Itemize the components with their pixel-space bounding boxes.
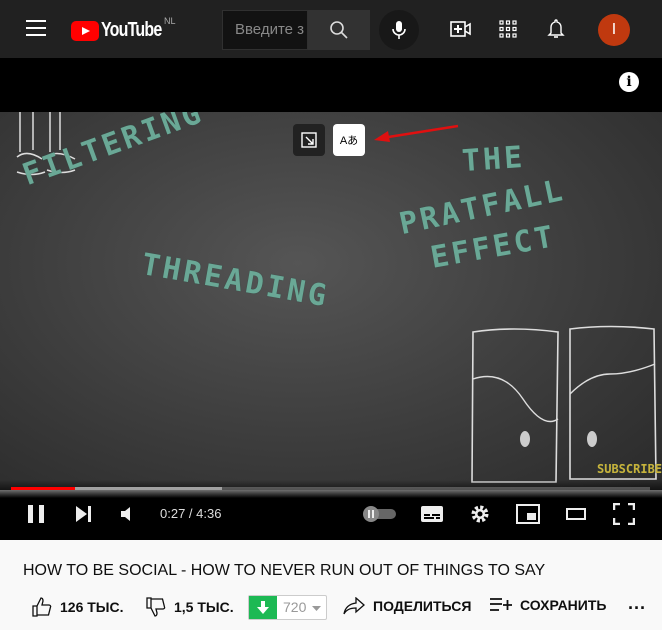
fullscreen-icon — [613, 503, 635, 525]
miniplayer-button[interactable] — [516, 502, 540, 526]
next-button[interactable] — [72, 502, 96, 526]
search-input[interactable]: Введите з — [222, 10, 308, 50]
search-button[interactable] — [308, 10, 370, 50]
miniplayer-icon — [516, 504, 540, 524]
youtube-logo[interactable]: YouTube — [71, 19, 177, 42]
theater-mode-button[interactable] — [564, 502, 588, 526]
create-video-button[interactable] — [449, 17, 473, 41]
pause-icon — [28, 505, 44, 523]
play-logo-icon — [71, 20, 99, 41]
chevron-down-icon — [312, 606, 322, 611]
download-widget[interactable]: 720 — [248, 595, 327, 620]
chalk-pockets-drawing — [471, 325, 657, 483]
dislike-button[interactable]: 1,5 ТЫС. — [146, 597, 234, 617]
progress-bar[interactable] — [11, 487, 650, 490]
region-label: NL — [164, 16, 176, 26]
thumbs-down-icon — [146, 597, 166, 617]
video-top-strip — [0, 58, 662, 112]
bell-icon — [547, 19, 565, 38]
info-icon[interactable]: i — [619, 72, 639, 92]
time-display: 0:27 / 4:36 — [160, 506, 222, 521]
next-icon — [76, 506, 91, 522]
apps-grid-icon — [499, 20, 517, 38]
autoplay-pause-icon — [363, 506, 396, 522]
pause-button[interactable] — [24, 502, 48, 526]
chalk-word: THE — [460, 139, 527, 180]
red-annotation-arrow — [374, 124, 459, 142]
volume-button[interactable] — [118, 502, 138, 526]
like-button[interactable]: 126 ТЫС. — [32, 597, 124, 617]
volume-icon — [121, 507, 130, 521]
video-title: HOW TO BE SOCIAL - HOW TO NEVER RUN OUT … — [23, 562, 546, 579]
subscribe-watermark: SUBSCRIBE — [597, 462, 662, 476]
subtitles-button[interactable] — [420, 502, 444, 526]
microphone-icon — [392, 21, 406, 39]
likes-count: 126 ТЫС. — [60, 599, 124, 615]
settings-button[interactable] — [468, 502, 492, 526]
save-button[interactable]: СОХРАНИТЬ — [490, 597, 606, 613]
notifications-button[interactable] — [544, 17, 568, 41]
avatar[interactable]: I — [598, 14, 630, 46]
share-icon — [343, 597, 365, 615]
menu-icon[interactable] — [26, 20, 46, 36]
share-button[interactable]: ПОДЕЛИТЬСЯ — [343, 597, 471, 615]
autoplay-toggle[interactable] — [362, 502, 396, 526]
share-label: ПОДЕЛИТЬСЯ — [373, 598, 472, 614]
save-label: СОХРАНИТЬ — [520, 597, 607, 613]
fullscreen-button[interactable] — [612, 502, 636, 526]
translate-icon: Aあ — [339, 135, 359, 147]
voice-search-button[interactable] — [379, 10, 419, 50]
popout-arrow-icon — [301, 132, 317, 148]
playlist-add-icon — [490, 598, 512, 611]
more-actions-icon[interactable]: ··· — [628, 598, 646, 619]
download-button[interactable] — [249, 596, 277, 619]
translate-button[interactable]: Aあ — [333, 124, 365, 156]
played-bar — [11, 487, 75, 490]
dislikes-count: 1,5 ТЫС. — [174, 599, 234, 615]
logo-text: YouTube — [101, 19, 162, 41]
video-player[interactable]: FILTERING THREADING THE PRATFALL EFFECT … — [0, 112, 662, 490]
gear-icon — [471, 505, 489, 523]
subtitles-icon — [421, 506, 443, 522]
chalk-word: THREADING — [138, 247, 332, 315]
search-icon — [330, 21, 348, 39]
download-arrow-icon — [257, 600, 269, 614]
apps-button[interactable] — [496, 17, 520, 41]
create-video-icon — [450, 21, 471, 37]
theater-icon — [566, 508, 586, 520]
popout-button[interactable] — [293, 124, 325, 156]
thumbs-up-icon — [32, 597, 52, 617]
quality-select[interactable]: 720 — [277, 596, 306, 619]
